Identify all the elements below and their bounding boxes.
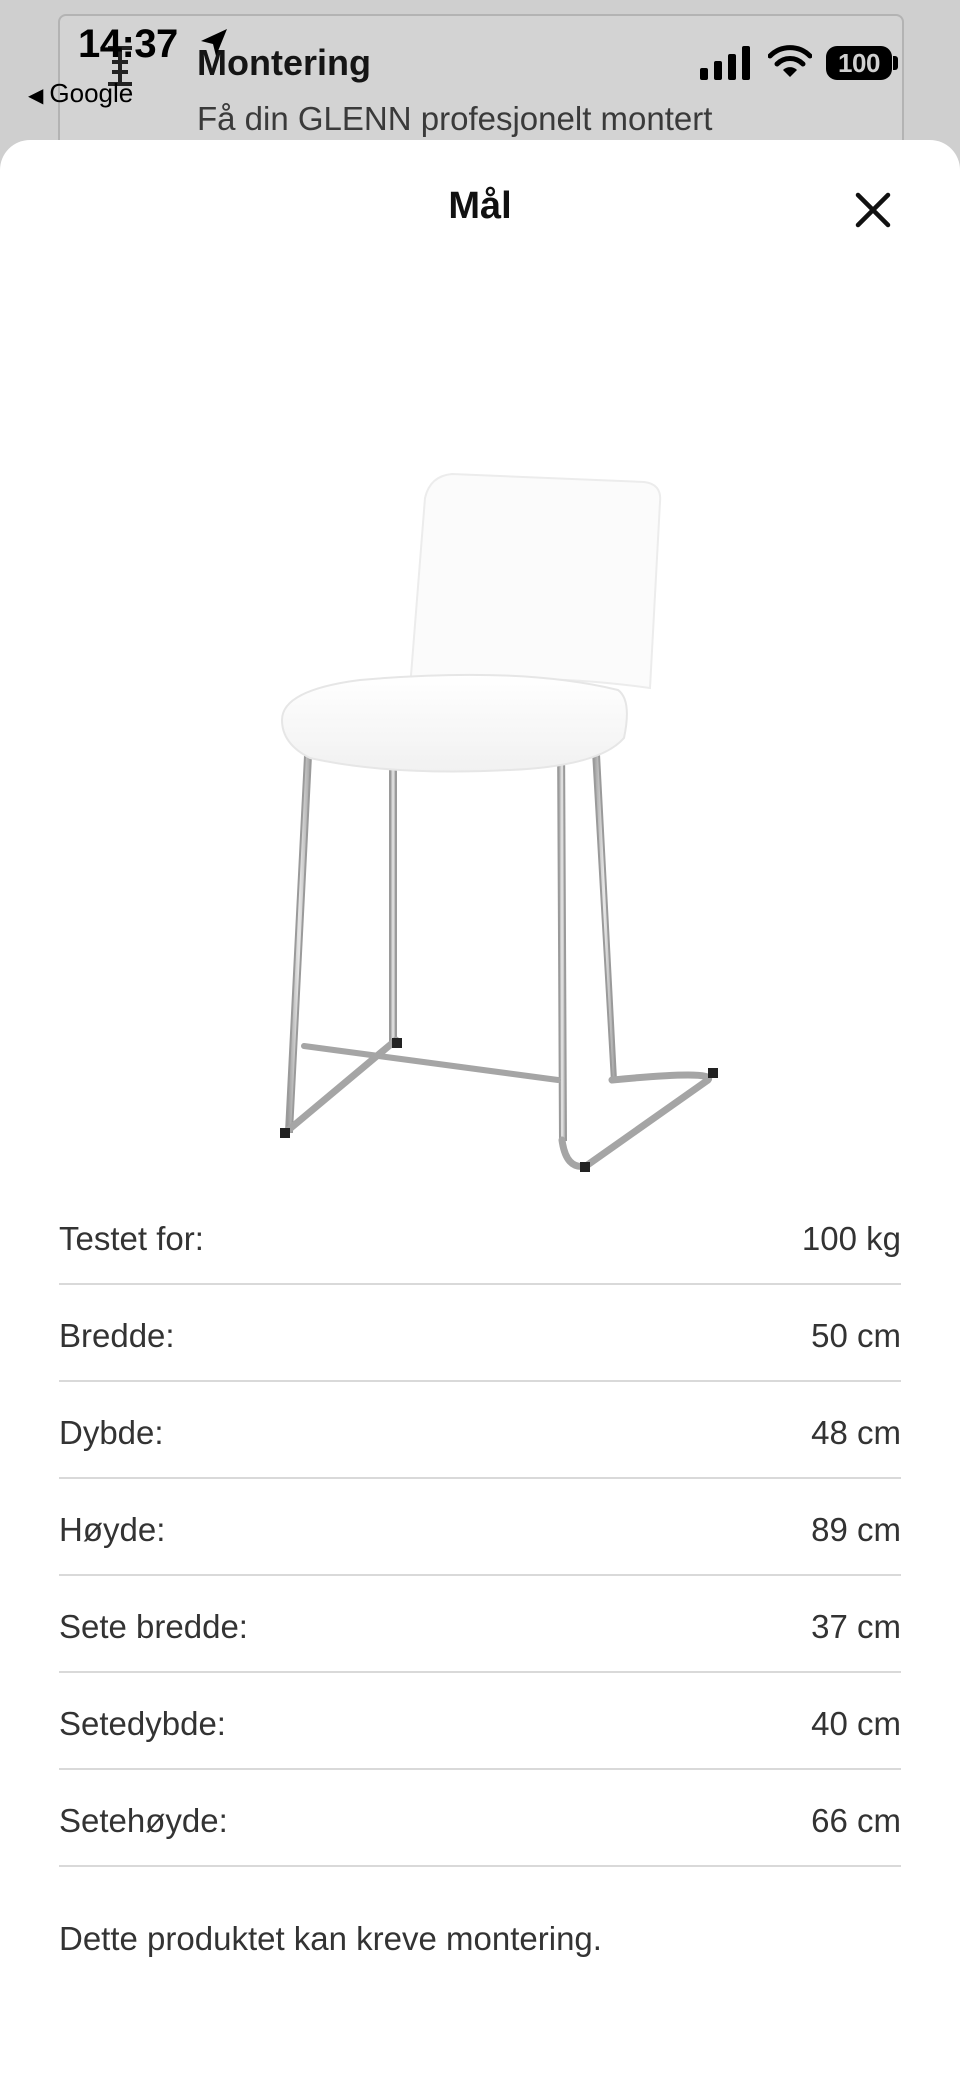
list-item: Bredde: 50 cm bbox=[59, 1285, 901, 1382]
dimensions-list: Testet for: 100 kg Bredde: 50 cm Dybde: … bbox=[59, 1188, 901, 1867]
list-item: Testet for: 100 kg bbox=[59, 1188, 901, 1285]
list-item: Setehøyde: 66 cm bbox=[59, 1770, 901, 1867]
battery-tip bbox=[893, 56, 898, 70]
list-item: Dybde: 48 cm bbox=[59, 1382, 901, 1479]
dimension-value: 40 cm bbox=[811, 1704, 901, 1742]
dimension-label: Dybde: bbox=[59, 1413, 164, 1451]
dimension-value: 89 cm bbox=[811, 1510, 901, 1548]
cellular-signal-icon bbox=[700, 46, 750, 80]
list-item: Setedybde: 40 cm bbox=[59, 1673, 901, 1770]
assembly-note: Dette produktet kan kreve montering. bbox=[59, 1920, 602, 1957]
dimension-value: 48 cm bbox=[811, 1413, 901, 1451]
dimension-label: Høyde: bbox=[59, 1510, 166, 1548]
close-icon[interactable] bbox=[848, 185, 898, 235]
location-arrow-icon bbox=[201, 29, 227, 56]
dimension-label: Setehøyde: bbox=[59, 1801, 228, 1839]
product-image bbox=[280, 472, 718, 1172]
dimension-label: Bredde: bbox=[59, 1316, 175, 1354]
dimension-label: Testet for: bbox=[59, 1219, 204, 1257]
dimension-value: 37 cm bbox=[811, 1607, 901, 1645]
back-to-google-link[interactable]: ◀ Google bbox=[28, 78, 133, 109]
wifi-icon bbox=[768, 45, 812, 77]
battery-indicator: 100 bbox=[826, 46, 892, 80]
back-triangle-icon: ◀ bbox=[28, 85, 44, 107]
list-item: Sete bredde: 37 cm bbox=[59, 1576, 901, 1673]
list-item: Høyde: 89 cm bbox=[59, 1479, 901, 1576]
status-time: 14:37 bbox=[78, 22, 178, 66]
back-label: Google bbox=[49, 78, 134, 108]
dimension-label: Sete bredde: bbox=[59, 1607, 248, 1645]
dimension-value: 50 cm bbox=[811, 1316, 901, 1354]
dimension-value: 100 kg bbox=[801, 1219, 901, 1257]
sheet-title: Mål bbox=[448, 185, 512, 227]
background-subtitle: Få din GLENN profesjonelt montert bbox=[197, 100, 713, 137]
dimension-value: 66 cm bbox=[811, 1801, 901, 1839]
dimensions-sheet: Mål Testet for: 100 kg Bredde: 50 cm Dyb… bbox=[0, 140, 960, 2078]
dimension-label: Setedybde: bbox=[59, 1704, 226, 1742]
